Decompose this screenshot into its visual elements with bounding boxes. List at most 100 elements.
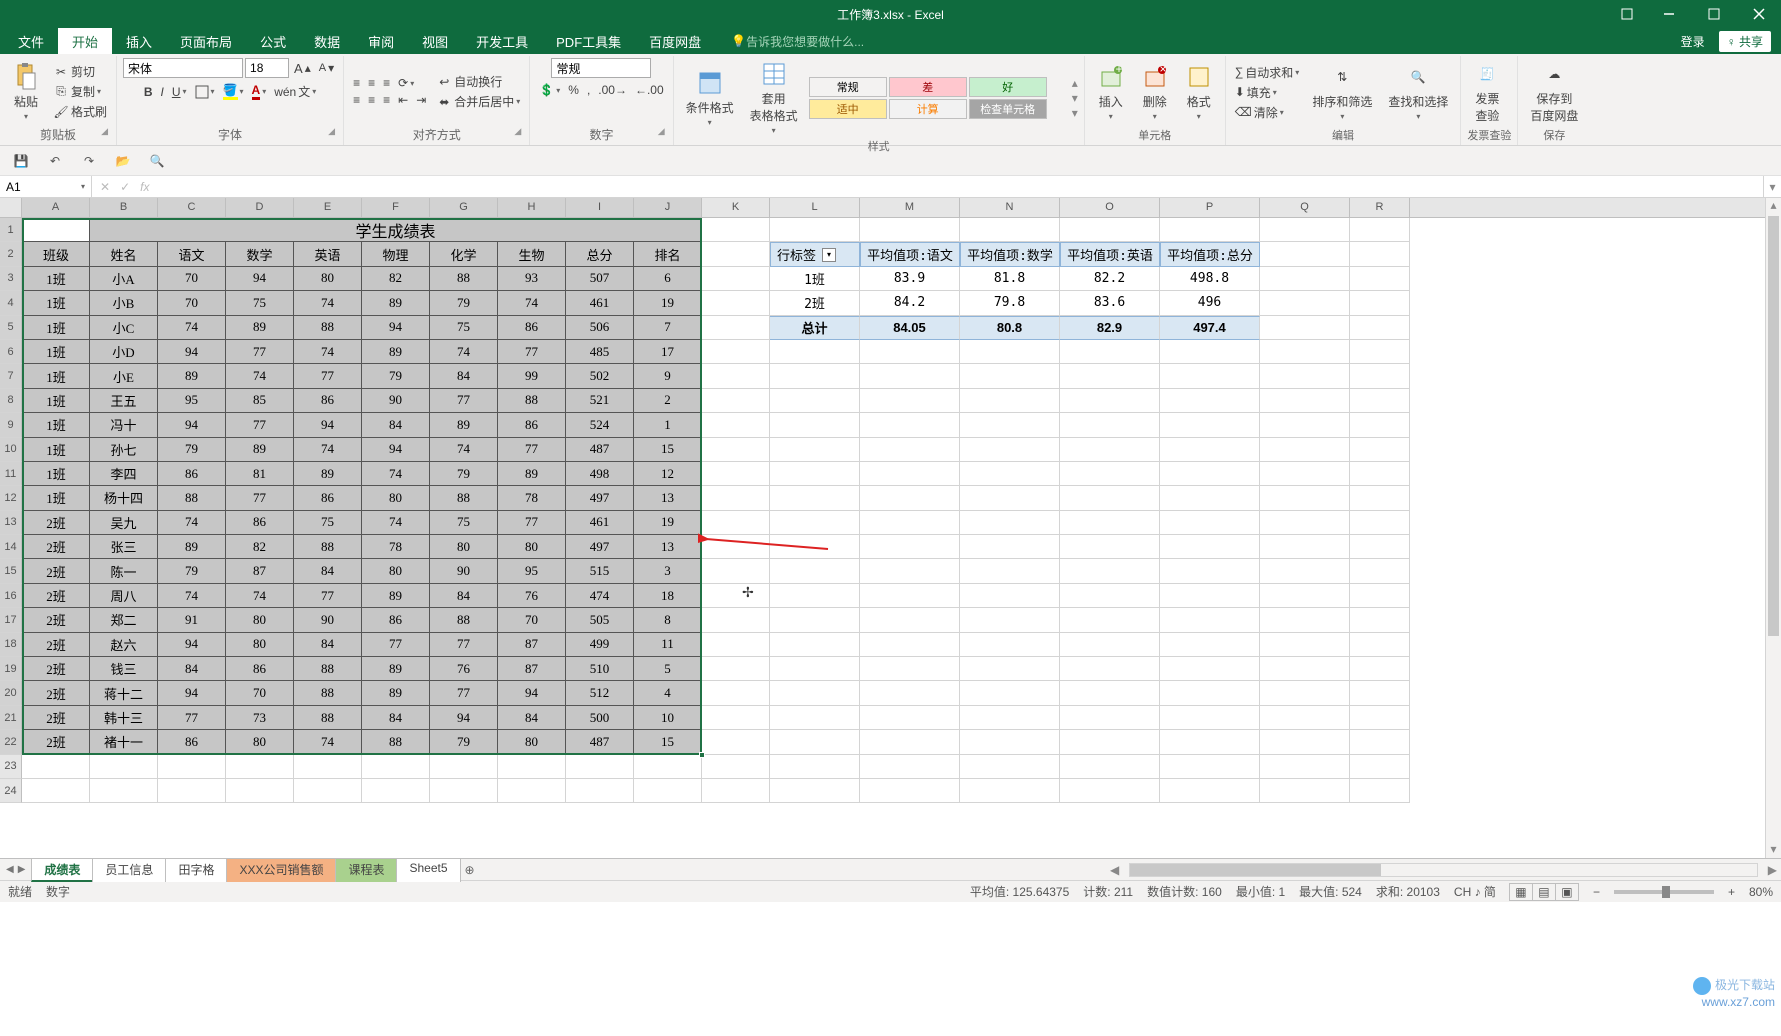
table-cell[interactable]: 18 <box>634 584 702 608</box>
table-cell[interactable]: 497 <box>566 486 634 510</box>
cell-L21[interactable] <box>770 706 860 730</box>
table-cell[interactable]: 王五 <box>90 389 158 413</box>
table-cell[interactable]: 2班 <box>22 584 90 608</box>
row-header-10[interactable]: 10 <box>0 438 22 462</box>
table-cell[interactable]: 88 <box>430 486 498 510</box>
table-cell[interactable]: 小C <box>90 316 158 340</box>
table-cell[interactable]: 90 <box>430 559 498 583</box>
table-cell[interactable]: 15 <box>634 438 702 462</box>
table-cell[interactable]: 74 <box>294 291 362 315</box>
font-size-combo[interactable] <box>245 58 289 78</box>
cut-button[interactable]: ✂剪切 <box>50 62 110 81</box>
table-cell[interactable]: 86 <box>294 486 362 510</box>
table-cell[interactable]: 小D <box>90 340 158 364</box>
table-cell[interactable]: 461 <box>566 291 634 315</box>
cell-Q4[interactable] <box>1260 291 1350 315</box>
cell-P15[interactable] <box>1160 559 1260 583</box>
cell-Q20[interactable] <box>1260 681 1350 705</box>
table-cell[interactable]: 78 <box>498 486 566 510</box>
table-header[interactable]: 语文 <box>158 242 226 266</box>
table-cell[interactable]: 498 <box>566 462 634 486</box>
table-cell[interactable]: 13 <box>634 535 702 559</box>
decrease-font-button[interactable]: A▾ <box>316 60 337 76</box>
cell-N11[interactable] <box>960 462 1060 486</box>
table-cell[interactable]: 2班 <box>22 608 90 632</box>
dialog-launcher-icon[interactable]: ◢ <box>514 126 521 137</box>
cell-N9[interactable] <box>960 413 1060 437</box>
cell-O23[interactable] <box>1060 755 1160 779</box>
table-cell[interactable]: 94 <box>362 316 430 340</box>
cell-O20[interactable] <box>1060 681 1160 705</box>
table-cell[interactable]: 小A <box>90 267 158 291</box>
cell-P16[interactable] <box>1160 584 1260 608</box>
qat-undo-button[interactable]: ↶ <box>44 150 66 172</box>
table-cell[interactable]: 94 <box>158 681 226 705</box>
sheet-tab[interactable]: 田字格 <box>165 858 227 882</box>
pivot-col-header[interactable]: 平均值项:数学 <box>960 242 1060 266</box>
tellme-search[interactable]: 💡 告诉我您想要做什么... <box>731 28 864 54</box>
row-header-12[interactable]: 12 <box>0 486 22 510</box>
pivot-value[interactable]: 83.9 <box>860 267 960 291</box>
table-cell[interactable]: 89 <box>498 462 566 486</box>
table-cell[interactable]: 77 <box>430 633 498 657</box>
cell-J24[interactable] <box>634 779 702 803</box>
table-cell[interactable]: 87 <box>498 657 566 681</box>
row-header-14[interactable]: 14 <box>0 535 22 559</box>
table-cell[interactable]: 70 <box>498 608 566 632</box>
hscroll-right[interactable]: ▶ <box>1764 863 1781 877</box>
pivot-value[interactable]: 84.2 <box>860 291 960 315</box>
table-cell[interactable]: 79 <box>430 730 498 754</box>
table-header[interactable]: 化学 <box>430 242 498 266</box>
cell-M13[interactable] <box>860 511 960 535</box>
bold-button[interactable]: B <box>141 84 156 100</box>
cell-R3[interactable] <box>1350 267 1410 291</box>
cell-L7[interactable] <box>770 364 860 388</box>
cell-M20[interactable] <box>860 681 960 705</box>
table-cell[interactable]: 497 <box>566 535 634 559</box>
table-cell[interactable]: 94 <box>158 340 226 364</box>
cell-L22[interactable] <box>770 730 860 754</box>
cell-N14[interactable] <box>960 535 1060 559</box>
table-cell[interactable]: 82 <box>362 267 430 291</box>
cell-Q22[interactable] <box>1260 730 1350 754</box>
cell-M23[interactable] <box>860 755 960 779</box>
table-cell[interactable]: 89 <box>362 657 430 681</box>
cell-F24[interactable] <box>362 779 430 803</box>
cell-L24[interactable] <box>770 779 860 803</box>
cell-P10[interactable] <box>1160 438 1260 462</box>
cell-E24[interactable] <box>294 779 362 803</box>
cell-R7[interactable] <box>1350 364 1410 388</box>
table-cell[interactable]: 487 <box>566 730 634 754</box>
table-cell[interactable]: 510 <box>566 657 634 681</box>
table-cell[interactable]: 94 <box>498 681 566 705</box>
cell-M15[interactable] <box>860 559 960 583</box>
table-cell[interactable]: 89 <box>226 438 294 462</box>
cell-Q12[interactable] <box>1260 486 1350 510</box>
table-cell[interactable]: 94 <box>158 633 226 657</box>
column-header-A[interactable]: A <box>22 198 90 217</box>
cell-Q19[interactable] <box>1260 657 1350 681</box>
increase-font-button[interactable]: A▴ <box>291 60 314 77</box>
table-cell[interactable]: 94 <box>294 413 362 437</box>
cell-M14[interactable] <box>860 535 960 559</box>
table-cell[interactable]: 韩十三 <box>90 706 158 730</box>
row-header-7[interactable]: 7 <box>0 364 22 388</box>
table-cell[interactable]: 89 <box>158 535 226 559</box>
cell-N20[interactable] <box>960 681 1060 705</box>
column-header-K[interactable]: K <box>702 198 770 217</box>
cell-N21[interactable] <box>960 706 1060 730</box>
table-cell[interactable]: 2班 <box>22 706 90 730</box>
maximize-button[interactable] <box>1691 0 1736 28</box>
cell-M10[interactable] <box>860 438 960 462</box>
row-header-6[interactable]: 6 <box>0 340 22 364</box>
table-cell[interactable]: 86 <box>158 730 226 754</box>
table-cell[interactable]: 79 <box>430 291 498 315</box>
table-cell[interactable]: 吴九 <box>90 511 158 535</box>
table-cell[interactable]: 77 <box>498 438 566 462</box>
pivot-value[interactable]: 498.8 <box>1160 267 1260 291</box>
cell-N10[interactable] <box>960 438 1060 462</box>
hscroll-left[interactable]: ◀ <box>1106 863 1123 877</box>
pivot-value[interactable]: 496 <box>1160 291 1260 315</box>
table-cell[interactable]: 88 <box>294 706 362 730</box>
cell-N16[interactable] <box>960 584 1060 608</box>
